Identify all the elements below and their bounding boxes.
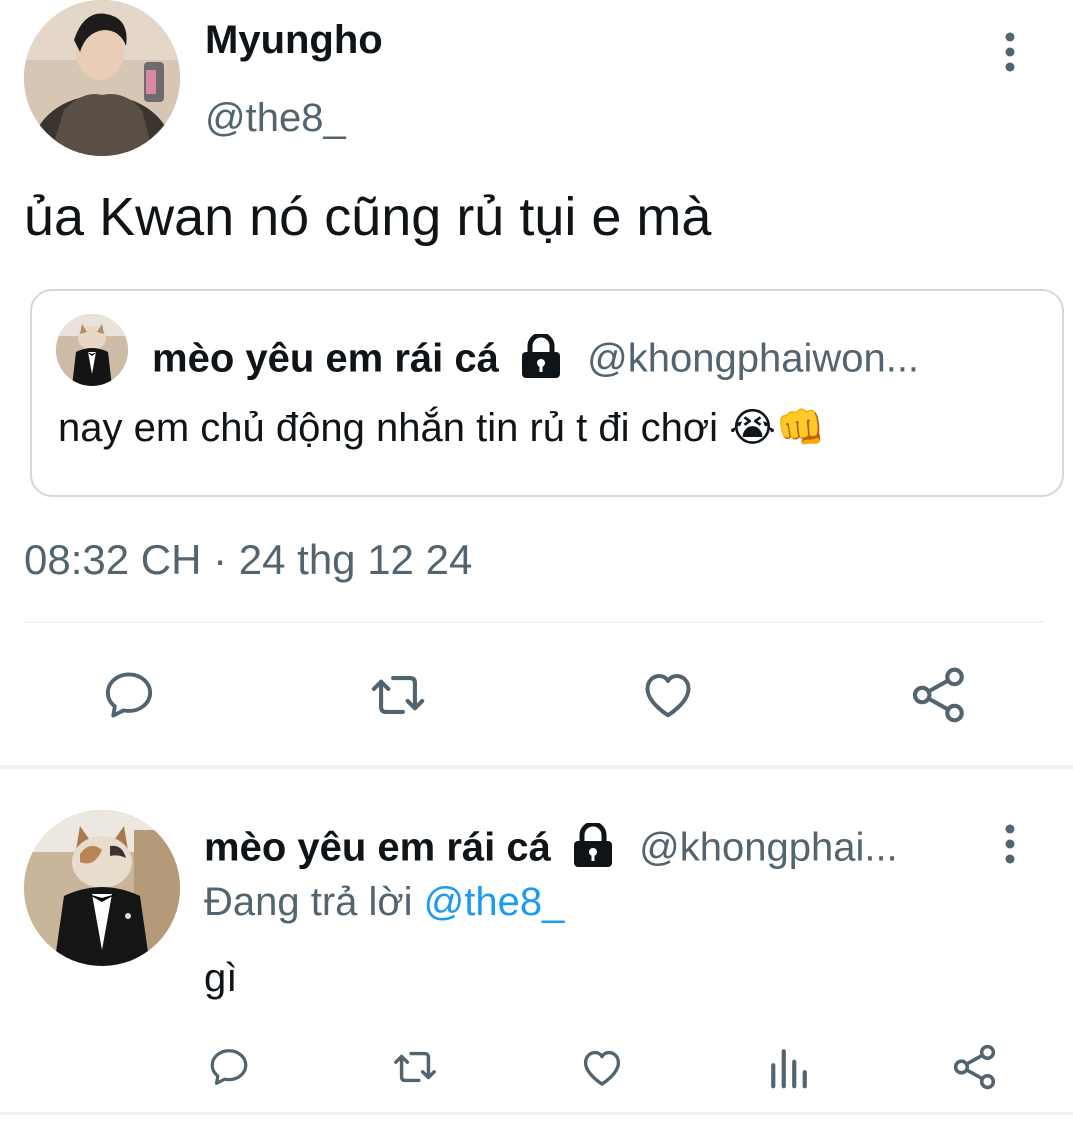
share-icon[interactable] (950, 1042, 1000, 1092)
reply-text: gì (204, 956, 238, 1000)
retweet-icon[interactable] (366, 666, 430, 724)
bottom-divider (0, 1112, 1073, 1115)
lock-icon (516, 332, 566, 388)
tweet-timestamp[interactable]: 08:32 CH · 24 thg 12 24 (24, 536, 472, 584)
reply-icon[interactable] (100, 666, 158, 724)
quoted-tweet[interactable] (30, 289, 1064, 497)
reply-author-name[interactable]: mèo yêu em rái cá (204, 826, 551, 870)
quoted-avatar (56, 314, 128, 386)
quoted-text: nay em chủ động nhắn tin rủ t đi chơi 😭👊 (58, 406, 826, 450)
reply-icon[interactable] (206, 1044, 252, 1090)
tweet-text: ủa Kwan nó cũng rủ tụi e mà (24, 187, 712, 247)
share-icon[interactable] (908, 664, 970, 726)
quoted-header: mèo yêu em rái cá @khongphaiwon... (152, 332, 919, 388)
replying-to: Đang trả lời @the8_ (204, 880, 564, 925)
reply-header: mèo yêu em rái cá @khongphai... (204, 821, 898, 877)
divider (24, 621, 1044, 623)
section-divider (0, 765, 1073, 769)
replying-to-link[interactable]: @the8_ (424, 880, 565, 924)
reply-author-avatar[interactable] (24, 810, 180, 966)
replying-prefix: Đang trả lời (204, 880, 413, 924)
reply-more-icon[interactable] (1000, 822, 1020, 866)
more-icon[interactable] (1000, 30, 1020, 74)
quoted-author-name[interactable]: mèo yêu em rái cá (152, 337, 499, 381)
reply-author-handle[interactable]: @khongphai... (639, 826, 898, 870)
author-avatar[interactable] (24, 0, 180, 156)
like-icon[interactable] (578, 1043, 626, 1091)
views-icon[interactable] (768, 1044, 810, 1090)
quoted-author-handle[interactable]: @khongphaiwon... (587, 337, 919, 381)
author-name[interactable]: Myungho (205, 18, 383, 63)
author-handle[interactable]: @the8_ (205, 96, 346, 141)
like-icon[interactable] (638, 664, 698, 724)
lock-icon (568, 821, 618, 877)
retweet-icon[interactable] (390, 1044, 440, 1090)
